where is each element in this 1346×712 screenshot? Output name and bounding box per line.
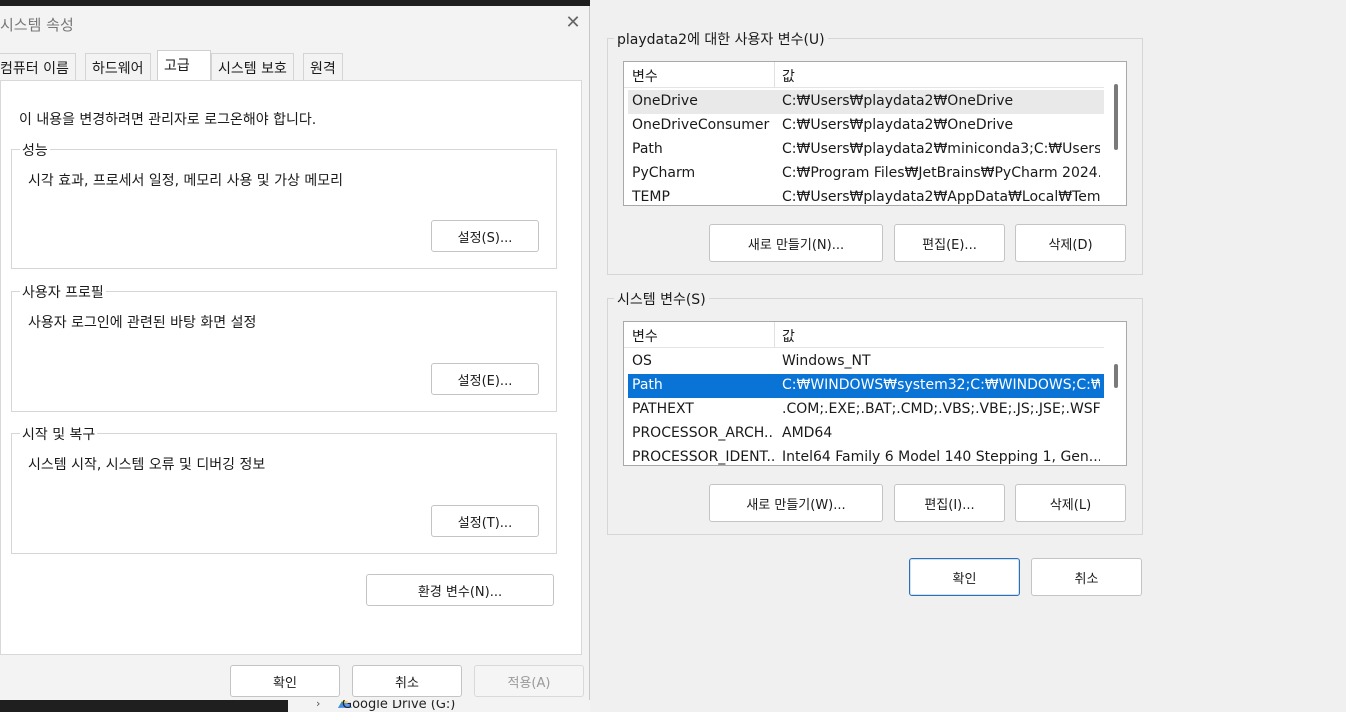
variable-value: C:₩Users₩playdata2₩OneDrive	[782, 117, 1014, 133]
vertical-scrollbar[interactable]	[1106, 62, 1126, 205]
environment-variables-window: playdata2에 대한 사용자 변수(U) 변수 값 OneDrive C:…	[590, 0, 1150, 712]
variable-value: Intel64 Family 6 Model 140 Stepping 1, G…	[782, 449, 1100, 465]
vertical-scrollbar[interactable]	[1106, 322, 1126, 465]
list-header: 변수 값	[624, 62, 1104, 88]
desktop-background	[1150, 0, 1346, 712]
tab-advanced[interactable]: 고급	[157, 50, 211, 81]
column-header-value[interactable]: 값	[782, 326, 795, 346]
system-variables-group: 시스템 변수(S) 변수 값 OS Windows_NT Path C:₩WIN…	[607, 289, 1143, 535]
list-item[interactable]: OneDriveConsumer C:₩Users₩playdata2₩OneD…	[628, 114, 1104, 138]
variable-name: TEMP	[632, 189, 670, 205]
variable-value: AMD64	[782, 425, 833, 441]
cancel-button[interactable]: 취소	[352, 665, 462, 697]
user-new-button[interactable]: 새로 만들기(N)...	[709, 224, 883, 262]
user-variables-group: playdata2에 대한 사용자 변수(U) 변수 값 OneDrive C:…	[607, 29, 1143, 275]
variable-name: PROCESSOR_IDENT...	[632, 449, 774, 465]
variable-name: OS	[632, 353, 652, 369]
ok-button[interactable]: 확인	[230, 665, 340, 697]
list-item[interactable]: Path C:₩Users₩playdata2₩miniconda3;C:₩Us…	[628, 138, 1104, 162]
system-delete-button[interactable]: 삭제(L)	[1015, 484, 1126, 522]
group-description: 사용자 로그인에 관련된 바탕 화면 설정	[28, 315, 257, 331]
env-cancel-button[interactable]: 취소	[1031, 558, 1142, 596]
group-title: 시작 및 복구	[20, 424, 98, 444]
group-title: 시스템 변수(S)	[614, 289, 709, 309]
list-item[interactable]: OS Windows_NT	[628, 350, 1104, 374]
group-title: 성능	[20, 140, 50, 160]
window-title: 시스템 속성	[0, 16, 74, 34]
column-header-variable[interactable]: 변수	[632, 66, 658, 86]
group-description: 시스템 시작, 시스템 오류 및 디버깅 정보	[28, 457, 266, 473]
variable-value: C:₩Program Files₩JetBrains₩PyCharm 2024.…	[782, 165, 1100, 181]
variable-name: PATHEXT	[632, 401, 694, 417]
system-edit-button[interactable]: 편집(I)...	[894, 484, 1005, 522]
env-ok-button[interactable]: 확인	[909, 558, 1020, 596]
variable-value: .COM;.EXE;.BAT;.CMD;.VBS;.VBE;.JS;.JSE;.…	[782, 401, 1100, 417]
environment-variables-button[interactable]: 환경 변수(N)...	[366, 574, 554, 606]
list-item[interactable]: PROCESSOR_ARCH... AMD64	[628, 422, 1104, 446]
performance-settings-button[interactable]: 설정(S)...	[431, 220, 539, 252]
tab-system-protection[interactable]: 시스템 보호	[211, 53, 294, 81]
tab-remote[interactable]: 원격	[303, 53, 343, 81]
system-properties-window: 시스템 속성 ✕ 컴퓨터 이름 하드웨어 고급 시스템 보호 원격 이 내용을 …	[0, 6, 590, 700]
list-item[interactable]: PROCESSOR_IDENT... Intel64 Family 6 Mode…	[628, 446, 1104, 465]
list-item-selected[interactable]: Path C:₩WINDOWS₩system32;C:₩WINDOWS;C:₩W…	[628, 374, 1104, 398]
startup-recovery-group: 시작 및 복구 시스템 시작, 시스템 오류 및 디버깅 정보 설정(T)...	[11, 424, 557, 554]
user-edit-button[interactable]: 편집(E)...	[894, 224, 1005, 262]
variable-name: OneDrive	[632, 93, 698, 109]
user-variables-list[interactable]: 변수 값 OneDrive C:₩Users₩playdata2₩OneDriv…	[623, 61, 1127, 206]
apply-button[interactable]: 적용(A)	[474, 665, 584, 697]
group-description: 시각 효과, 프로세서 일정, 메모리 사용 및 가상 메모리	[28, 173, 343, 189]
variable-value: C:₩WINDOWS₩system32;C:₩WINDOWS;C:₩W...	[782, 377, 1100, 393]
variable-name: Path	[632, 141, 663, 157]
user-delete-button[interactable]: 삭제(D)	[1015, 224, 1126, 262]
column-divider[interactable]	[774, 62, 775, 88]
list-header: 변수 값	[624, 322, 1104, 348]
variable-value: C:₩Users₩playdata2₩OneDrive	[782, 93, 1014, 109]
system-new-button[interactable]: 새로 만들기(W)...	[709, 484, 883, 522]
advanced-tab-panel: 이 내용을 변경하려면 관리자로 로그온해야 합니다. 성능 시각 효과, 프로…	[0, 80, 582, 655]
column-header-value[interactable]: 값	[782, 66, 795, 86]
variable-name: PROCESSOR_ARCH...	[632, 425, 774, 441]
tab-hardware[interactable]: 하드웨어	[85, 53, 151, 81]
list-item[interactable]: TEMP C:₩Users₩playdata2₩AppData₩Local₩Te…	[628, 186, 1104, 205]
admin-notice: 이 내용을 변경하려면 관리자로 로그온해야 합니다.	[19, 112, 317, 128]
startup-recovery-settings-button[interactable]: 설정(T)...	[431, 505, 539, 537]
column-divider[interactable]	[774, 322, 775, 348]
user-profile-group: 사용자 프로필 사용자 로그인에 관련된 바탕 화면 설정 설정(E)...	[11, 282, 557, 412]
performance-group: 성능 시각 효과, 프로세서 일정, 메모리 사용 및 가상 메모리 설정(S)…	[11, 140, 557, 269]
close-icon[interactable]: ✕	[563, 13, 583, 33]
scrollbar-thumb[interactable]	[1114, 84, 1118, 150]
variable-value: C:₩Users₩playdata2₩AppData₩Local₩Temp	[782, 189, 1100, 205]
variable-value: C:₩Users₩playdata2₩miniconda3;C:₩Users₩.…	[782, 141, 1100, 157]
system-variables-list[interactable]: 변수 값 OS Windows_NT Path C:₩WINDOWS₩syste…	[623, 321, 1127, 466]
variable-value: Windows_NT	[782, 353, 871, 369]
variable-name: OneDriveConsumer	[632, 117, 770, 133]
variable-name: Path	[632, 377, 663, 393]
group-title: 사용자 프로필	[20, 282, 106, 302]
column-header-variable[interactable]: 변수	[632, 326, 658, 346]
user-profile-settings-button[interactable]: 설정(E)...	[431, 363, 539, 395]
list-item[interactable]: PyCharm C:₩Program Files₩JetBrains₩PyCha…	[628, 162, 1104, 186]
group-title: playdata2에 대한 사용자 변수(U)	[614, 29, 828, 49]
tab-computer-name[interactable]: 컴퓨터 이름	[0, 53, 76, 81]
list-item[interactable]: PATHEXT .COM;.EXE;.BAT;.CMD;.VBS;.VBE;.J…	[628, 398, 1104, 422]
list-item[interactable]: OneDrive C:₩Users₩playdata2₩OneDrive	[628, 90, 1104, 114]
variable-name: PyCharm	[632, 165, 696, 181]
scrollbar-thumb[interactable]	[1114, 364, 1118, 388]
